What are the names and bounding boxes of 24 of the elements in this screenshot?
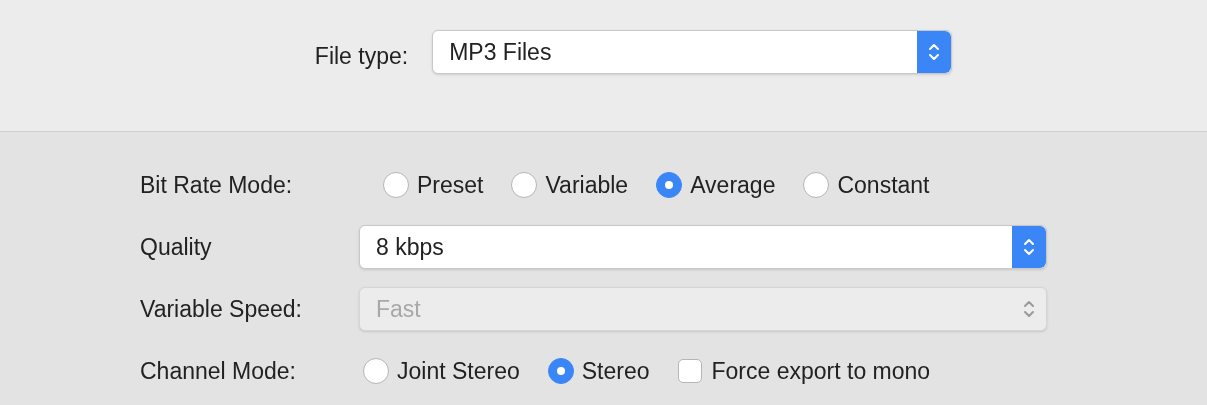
option-label: Quality xyxy=(140,232,213,262)
checkbox-label: Force export to mono xyxy=(711,356,931,386)
file-type-label: File type: xyxy=(314,42,409,71)
radio-label: Preset xyxy=(417,170,484,200)
checkbox[interactable] xyxy=(677,359,702,383)
radio-label: Joint Stereo xyxy=(397,356,520,386)
radio-button[interactable] xyxy=(656,172,683,198)
option-label: Channel Mode: xyxy=(140,356,297,386)
radio-label: Average xyxy=(690,170,776,200)
dropdown-select[interactable]: MP3 Files xyxy=(432,30,953,74)
radio-button[interactable] xyxy=(547,358,574,384)
radio-button[interactable] xyxy=(383,172,409,198)
stepper-icon xyxy=(1022,298,1036,320)
option-label: Bit Rate Mode: xyxy=(140,170,294,200)
radio-button[interactable] xyxy=(363,358,389,384)
stepper-icon xyxy=(1022,236,1036,258)
radio-label: Variable xyxy=(545,170,629,200)
radio-button[interactable] xyxy=(803,172,830,198)
stepper-icon xyxy=(927,41,942,63)
radio-button[interactable] xyxy=(511,172,538,198)
radio-label: Constant xyxy=(837,170,930,200)
option-label: Variable Speed: xyxy=(140,294,303,324)
radio-label: Stereo xyxy=(581,356,650,386)
dropdown-select[interactable]: 8 kbps xyxy=(359,225,1047,269)
